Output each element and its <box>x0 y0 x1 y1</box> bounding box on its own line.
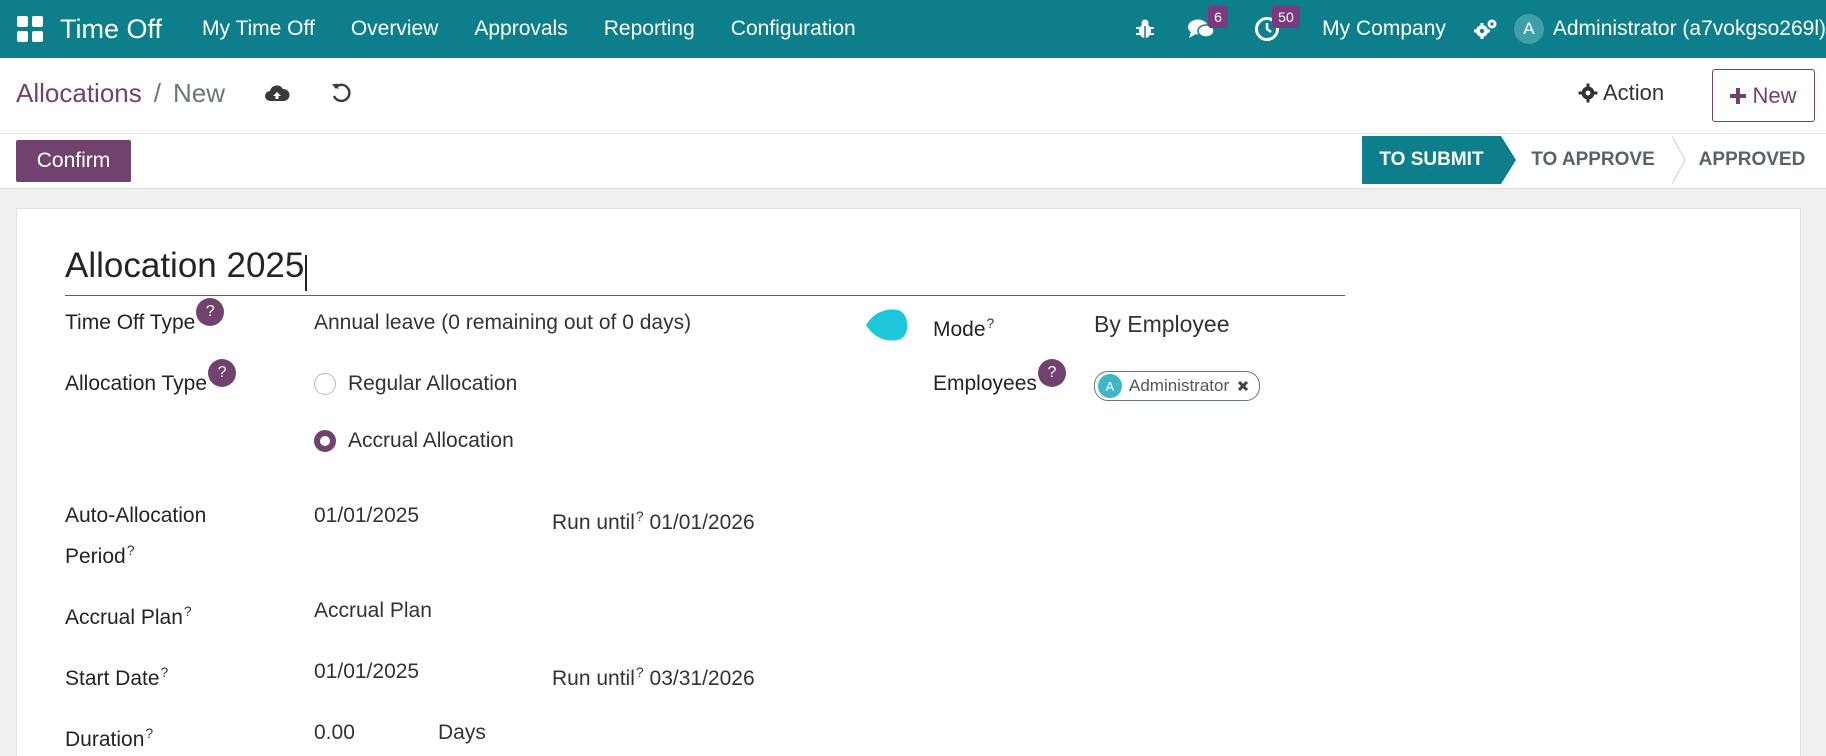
mode-field[interactable]: By Employee <box>1094 307 1230 341</box>
allocation-name-input[interactable]: Allocation 2025 <box>65 246 304 285</box>
duration-unit: Days <box>438 721 486 744</box>
avatar: A <box>1098 374 1122 398</box>
stage-to-submit[interactable]: TO SUBMIT <box>1362 136 1501 184</box>
new-label: New <box>1752 82 1797 108</box>
status-blob-icon <box>866 309 908 341</box>
apps-menu-button[interactable] <box>0 0 60 58</box>
radio-button-checked[interactable] <box>314 430 336 452</box>
action-menu-button[interactable]: Action <box>1578 80 1664 106</box>
action-label: Action <box>1603 80 1665 105</box>
help-icon[interactable]: ? <box>208 359 237 387</box>
app-name[interactable]: Time Off <box>60 14 162 45</box>
navbar-systray: 6 50 My Company A Administrator (a7vokgs… <box>1120 0 1826 58</box>
start-date-label: Start Date? <box>65 664 169 690</box>
start-date-field[interactable]: 01/01/2025 <box>314 655 419 689</box>
cloud-upload-icon <box>265 85 290 101</box>
breadcrumb-current: New <box>172 78 225 108</box>
apps-grid-icon <box>17 16 43 42</box>
settings-gears-icon <box>1473 19 1497 39</box>
employee-tag[interactable]: A Administrator <box>1094 371 1261 401</box>
auto-allocation-run-until: Run until? 01/01/2026 <box>552 508 755 534</box>
duration-field[interactable]: 0.00 <box>314 716 355 750</box>
title-field[interactable]: Allocation 2025 <box>65 246 1345 296</box>
auto-allocation-start-field[interactable]: 01/01/2025 <box>314 499 419 533</box>
help-icon[interactable]: ? <box>636 508 644 524</box>
user-menu[interactable]: A Administrator (a7vokgso269l) <box>1506 14 1826 44</box>
form-sheet: Allocation 2025 Time Off Type? Annual le… <box>16 208 1801 756</box>
help-icon[interactable]: ? <box>127 542 135 558</box>
help-icon[interactable]: ? <box>161 664 169 680</box>
breadcrumb: Allocations / New <box>16 78 225 109</box>
menu-reporting[interactable]: Reporting <box>586 17 713 41</box>
menu-configuration[interactable]: Configuration <box>713 17 874 41</box>
menu-approvals[interactable]: Approvals <box>456 17 585 41</box>
confirm-button[interactable]: Confirm <box>16 140 131 182</box>
breadcrumb-separator: / <box>153 78 161 108</box>
avatar: A <box>1513 14 1544 44</box>
stage-to-approve[interactable]: TO APPROVE <box>1516 136 1670 184</box>
form-statusbar: Confirm TO SUBMIT TO APPROVE APPROVED <box>0 134 1826 189</box>
activities-button[interactable]: 50 <box>1232 0 1302 58</box>
menu-my-time-off[interactable]: My Time Off <box>184 17 333 41</box>
settings-button[interactable] <box>1466 0 1506 58</box>
user-name: Administrator (a7vokgso269l) <box>1552 17 1826 40</box>
help-icon[interactable]: ? <box>636 664 644 680</box>
duration-label: Duration? <box>65 725 154 751</box>
top-navbar: Time Off My Time Off Overview Approvals … <box>0 0 1826 58</box>
start-run-until-field[interactable]: 03/31/2026 <box>650 667 755 690</box>
control-panel: Allocations / New Action New <box>0 58 1826 134</box>
breadcrumb-allocations[interactable]: Allocations <box>16 78 142 109</box>
stage-approved[interactable]: APPROVED <box>1685 136 1819 184</box>
mode-label: Mode? <box>933 315 995 341</box>
employee-tag-label: Administrator <box>1129 376 1230 395</box>
main-menu: My Time Off Overview Approvals Reporting… <box>184 17 874 41</box>
messages-button[interactable]: 6 <box>1170 0 1232 58</box>
new-record-button[interactable]: New <box>1712 69 1815 122</box>
bug-icon <box>1136 19 1155 38</box>
help-icon[interactable]: ? <box>196 298 225 326</box>
time-off-type-label: Time Off Type? <box>65 298 225 340</box>
start-run-until: Run until? 03/31/2026 <box>552 664 755 690</box>
employees-label: Employees? <box>933 359 1066 401</box>
help-icon[interactable]: ? <box>184 603 192 619</box>
mode-help-icon[interactable]: ? <box>987 315 995 331</box>
undo-icon <box>331 83 351 103</box>
accrual-plan-label: Accrual Plan? <box>65 603 192 629</box>
allocation-type-label: Allocation Type? <box>65 359 237 401</box>
help-icon[interactable]: ? <box>145 725 153 741</box>
auto-allocation-end-field[interactable]: 01/01/2026 <box>650 511 755 534</box>
text-caret <box>305 254 308 291</box>
save-button[interactable] <box>264 82 290 109</box>
radio-button[interactable] <box>314 373 336 395</box>
radio-accrual-allocation[interactable]: Accrual Allocation <box>314 429 514 453</box>
debug-button[interactable] <box>1120 0 1170 58</box>
close-icon[interactable] <box>1237 380 1249 392</box>
help-icon[interactable]: ? <box>1037 359 1066 387</box>
auto-allocation-period-label: Auto-Allocation Period? <box>65 504 207 568</box>
discard-button[interactable] <box>330 82 352 109</box>
gear-icon <box>1578 83 1598 103</box>
accrual-plan-field[interactable]: Accrual Plan <box>314 594 432 628</box>
company-switcher[interactable]: My Company <box>1302 17 1466 41</box>
activities-count-badge: 50 <box>1272 6 1300 28</box>
menu-overview[interactable]: Overview <box>333 17 457 41</box>
messages-count-badge: 6 <box>1208 6 1228 28</box>
radio-regular-allocation[interactable]: Regular Allocation <box>314 372 517 396</box>
plus-icon <box>1730 87 1747 104</box>
time-off-type-field[interactable]: Annual leave (0 remaining out of 0 days) <box>314 306 691 340</box>
stage-active-arrow <box>1501 136 1516 184</box>
